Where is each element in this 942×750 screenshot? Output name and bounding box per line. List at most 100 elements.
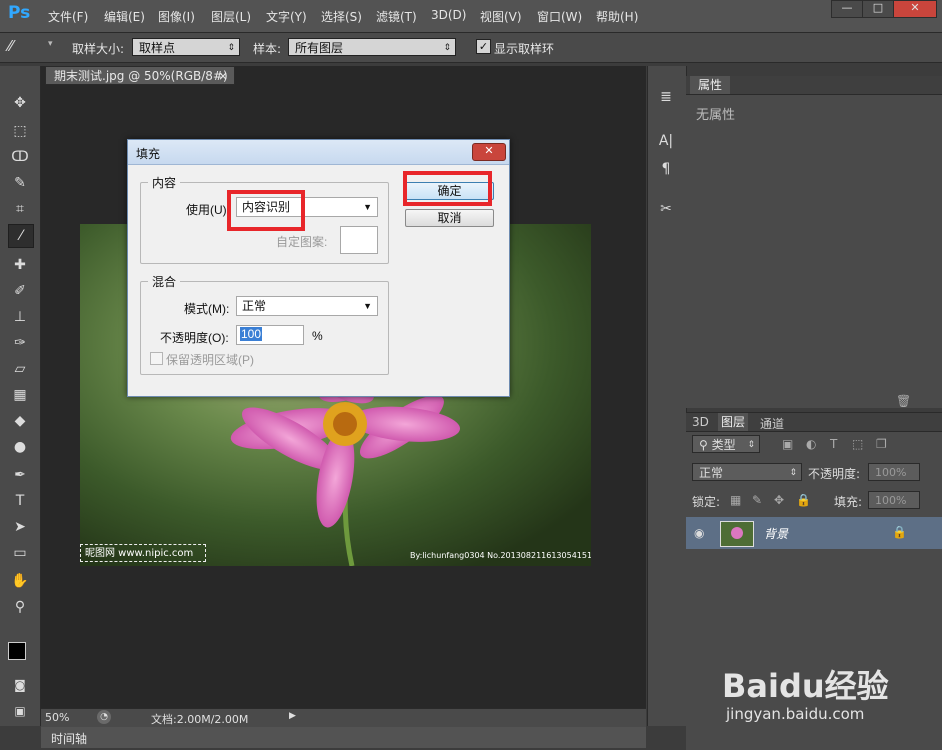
blur-tool-icon[interactable]: ◆ [8,410,32,432]
tool-presets-icon[interactable]: ✂ [654,198,678,220]
menu-type[interactable]: 文字(Y) [266,8,307,25]
history-brush-tool-icon[interactable]: ✑ [8,332,32,354]
tool-preset-arrow-icon[interactable]: ▾ [48,39,53,49]
preserve-transparency-label: 保留透明区域(P) [166,353,254,367]
fill-value: 100% [875,494,907,507]
quick-mask-icon[interactable]: ◙ [8,674,32,696]
character-panel-icon[interactable]: A| [654,130,678,152]
preserve-transparency-checkbox[interactable] [150,352,163,365]
fill-input[interactable]: 100% [868,491,920,509]
menu-file[interactable]: 文件(F) [48,8,88,25]
mode-select[interactable]: 正常 ▼ [236,296,378,316]
zoom-tool-icon[interactable]: ⚲ [8,596,32,618]
gradient-tool-icon[interactable]: ▦ [8,384,32,406]
lock-brush-icon[interactable]: ✎ [752,493,762,507]
clone-stamp-tool-icon[interactable]: ⊥ [8,306,32,328]
cancel-button[interactable]: 取消 [405,209,494,227]
menu-view[interactable]: 视图(V) [480,8,522,25]
visibility-eye-icon[interactable]: ◉ [694,526,704,540]
dodge-tool-icon[interactable]: ● [8,436,32,458]
lock-all-icon[interactable]: 🔒 [796,493,811,507]
filter-smart-icon[interactable]: ❐ [876,437,887,451]
menu-filter[interactable]: 滤镜(T) [376,8,417,25]
document-tab-title: 期末测试.jpg @ 50%(RGB/8#) [54,69,228,83]
filter-pixel-icon[interactable]: ▣ [782,437,793,451]
highlight-ok-button [403,171,492,206]
menu-layer[interactable]: 图层(L) [211,8,251,25]
eyedropper-tool-icon[interactable]: ⁄⁄ [8,37,13,55]
marquee-tool-icon[interactable]: ⬚ [8,120,32,142]
opacity-dialog-value: 100 [240,327,263,341]
lock-move-icon[interactable]: ✥ [774,493,784,507]
menu-image[interactable]: 图像(I) [158,8,195,25]
filter-shape-icon[interactable]: ⬚ [852,437,863,451]
chevron-updown-icon: ⇕ [227,43,235,53]
tab-close-icon[interactable]: × [218,67,228,85]
pen-tool-icon[interactable]: ✒ [8,464,32,486]
opacity-dialog-label: 不透明度(O): [160,331,229,345]
menu-select[interactable]: 选择(S) [321,8,362,25]
history-panel-icon[interactable]: ≣ [654,86,678,108]
brush-tool-icon[interactable]: ✐ [8,280,32,302]
sample-size-select[interactable]: 取样点 ⇕ [132,38,240,56]
show-ring-checkbox[interactable]: ✓ [476,39,491,54]
custom-pattern-picker[interactable] [340,226,378,254]
move-tool-icon[interactable]: ✥ [8,92,32,114]
eraser-tool-icon[interactable]: ▱ [8,358,32,380]
lock-transparent-icon[interactable]: ▦ [730,493,741,507]
menu-edit[interactable]: 编辑(E) [104,8,145,25]
opacity-unit: % [312,329,323,343]
layer-filter-select[interactable]: ⚲ 类型 ⇕ [692,435,760,453]
sample-select[interactable]: 所有图层 ⇕ [288,38,456,56]
sample-size-value: 取样点 [139,41,176,55]
mode-label: 模式(M): [184,302,230,316]
screen-mode-icon[interactable]: ▣ [8,700,32,722]
tab-channels[interactable]: 通道 [760,415,784,432]
document-tab[interactable]: 期末测试.jpg @ 50%(RGB/8#) × [45,66,235,85]
type-tool-icon[interactable]: T [8,490,32,512]
share-icon[interactable]: ◔ [97,710,111,724]
dialog-close-button[interactable]: ✕ [472,143,506,161]
timeline-tab[interactable]: 时间轴 [51,730,87,747]
lock-label: 锁定: [692,495,721,509]
eyedropper-tool-icon[interactable]: ⁄ [8,224,34,248]
path-select-tool-icon[interactable]: ➤ [8,516,32,538]
chevron-down-icon: ▼ [363,301,372,311]
foreground-color-swatch[interactable] [8,642,26,660]
no-properties-text: 无属性 [696,108,736,123]
quick-select-tool-icon[interactable]: ✎ [8,172,32,194]
hand-tool-icon[interactable]: ✋ [8,570,32,592]
properties-tab[interactable]: 属性 [690,76,730,94]
menu-help[interactable]: 帮助(H) [596,8,638,25]
opacity-value: 100% [875,466,907,479]
crop-tool-icon[interactable]: ⌗ [8,198,32,220]
opacity-input[interactable]: 100% [868,463,920,481]
menu-bar: Ps 文件(F) 编辑(E) 图像(I) 图层(L) 文字(Y) 选择(S) 滤… [0,0,942,33]
menu-window[interactable]: 窗口(W) [537,8,582,25]
paragraph-panel-icon[interactable]: ¶ [654,158,678,180]
close-window-button[interactable]: ✕ [893,0,937,18]
layer-row[interactable]: ◉ 背景 🔒 [686,517,942,549]
maximize-button[interactable]: □ [862,0,894,18]
options-bar: ⁄⁄ ▾ 取样大小: 取样点 ⇕ 样本: 所有图层 ⇕ ✓ 显示取样环 [0,33,942,63]
opacity-dialog-input[interactable]: 100 [236,325,304,345]
status-menu-arrow-icon[interactable]: ▶ [289,711,296,721]
minimize-button[interactable]: — [831,0,863,18]
tab-3d[interactable]: 3D [692,415,709,429]
lasso-tool-icon[interactable]: ↀ [8,146,32,168]
rectangle-tool-icon[interactable]: ▭ [8,542,32,564]
filter-type-icon[interactable]: T [830,437,837,451]
tab-layers[interactable]: 图层 [718,413,748,431]
healing-brush-tool-icon[interactable]: ✚ [8,254,32,276]
layer-filter-value: 类型 [711,438,736,452]
opacity-label: 不透明度: [808,467,861,481]
filter-adjustment-icon[interactable]: ◐ [806,437,816,451]
thumbnail-flower [731,527,743,539]
zoom-level[interactable]: 50% [45,711,69,724]
blend-mode-select[interactable]: 正常 ⇕ [692,463,802,481]
trash-icon[interactable]: 🗑 [896,394,911,408]
panel-icon-strip: ≣ A| ¶ ✂ [647,66,687,726]
layer-name[interactable]: 背景 [764,525,788,542]
watermark-right: By:lichunfang0304 No.2013082116130541519… [410,551,591,560]
menu-3d[interactable]: 3D(D) [431,8,466,22]
